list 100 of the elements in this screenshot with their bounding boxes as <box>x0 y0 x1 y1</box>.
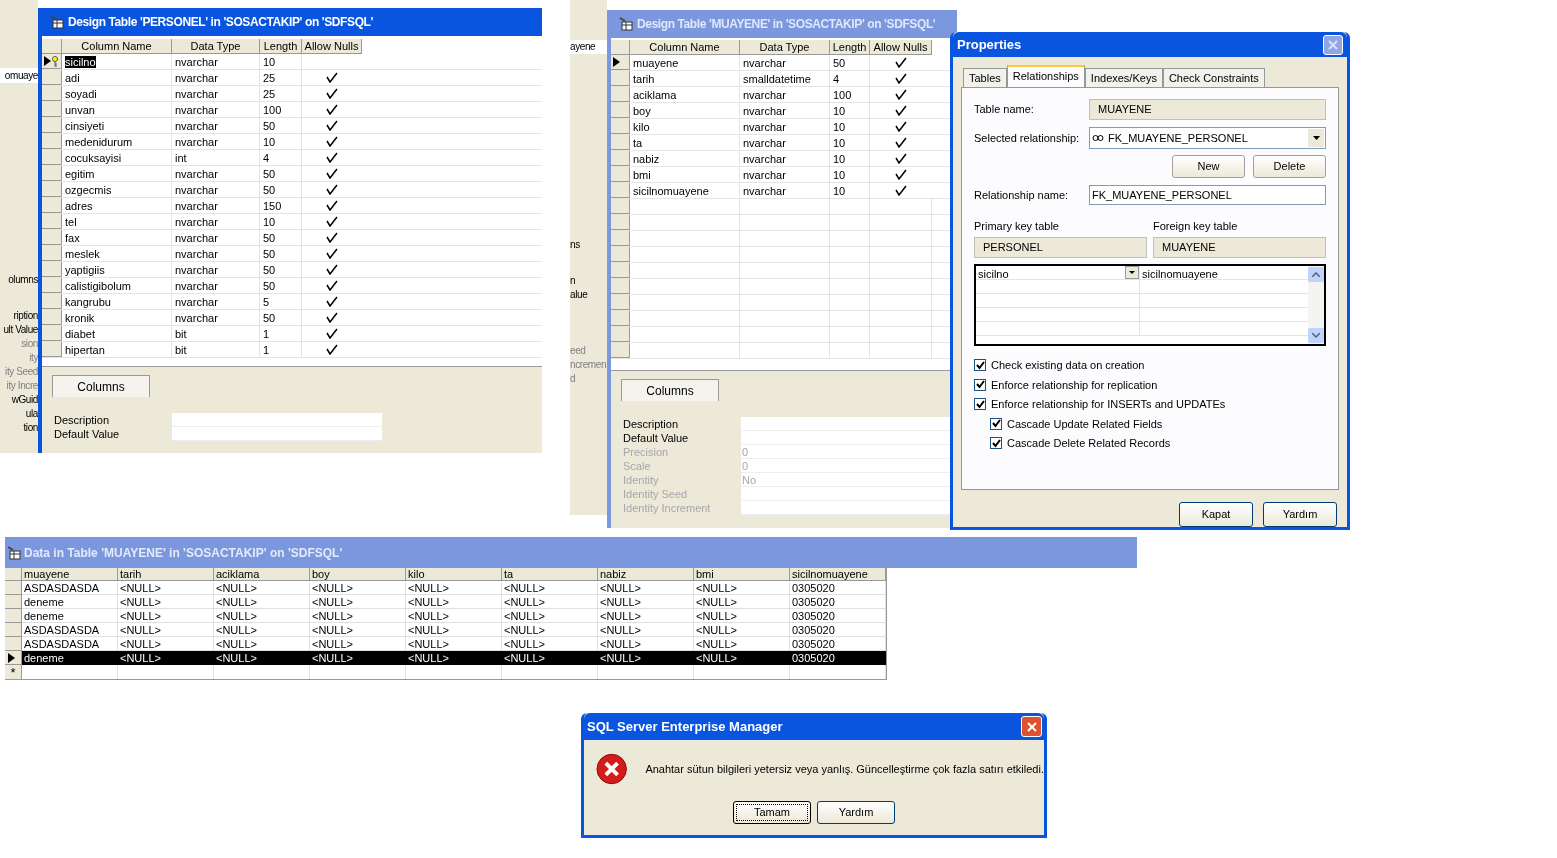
column-header[interactable]: Length <box>830 40 870 55</box>
column-header[interactable]: boy <box>310 568 406 581</box>
table-cell: 10 <box>263 136 276 148</box>
column-header[interactable]: muayene <box>22 568 118 581</box>
column-header[interactable]: Data Type <box>172 39 260 54</box>
checkbox-label: Cascade Delete Related Records <box>1007 436 1171 452</box>
fragment-text: d <box>570 372 577 386</box>
fragment-text: ity Incre <box>6 379 38 393</box>
table-cell: <NULL> <box>310 581 406 595</box>
column-header[interactable]: kilo <box>406 568 502 581</box>
column-header[interactable]: sicilnomuayene <box>790 568 886 581</box>
key-icon <box>51 55 59 67</box>
row-header[interactable] <box>42 54 62 69</box>
property-label: Precision <box>623 444 670 460</box>
row-header[interactable]: * <box>5 665 22 679</box>
column-header[interactable]: Length <box>260 39 302 54</box>
checkbox[interactable] <box>990 417 1002 430</box>
tab[interactable]: Relationships <box>1006 65 1085 88</box>
tab[interactable]: Indexes/Keys <box>1084 68 1163 88</box>
scrollbar[interactable] <box>1308 265 1324 344</box>
fragment-text: wGuid <box>11 393 38 407</box>
table-cell: 5 <box>263 296 270 308</box>
table-cell: ta <box>633 137 643 149</box>
table-cell: bit <box>175 328 187 340</box>
table-cell: nvarchar <box>175 136 218 148</box>
checkbox-label: Cascade Update Related Fields <box>1007 416 1163 432</box>
scroll-up-icon <box>1312 271 1320 277</box>
column-header[interactable]: Allow Nulls <box>870 40 932 55</box>
tab[interactable]: Tables <box>963 68 1007 88</box>
table-cell: 50 <box>263 312 276 324</box>
check-icon <box>895 137 907 148</box>
table-cell: 25 <box>263 88 276 100</box>
column-header[interactable]: nabiz <box>598 568 694 581</box>
table-cell: bmi <box>633 169 651 181</box>
dialog-button[interactable]: Delete <box>1253 155 1326 179</box>
data-row[interactable]: ASDASDASDA <NULL> <NULL> <NULL> <NULL> <NULL> <NULL> <NULL> 0305020 <box>5 581 886 595</box>
dialog-button[interactable]: Yardım <box>817 801 895 824</box>
fragment-text: eed <box>570 344 587 358</box>
data-row[interactable]: deneme <NULL> <NULL> <NULL> <NULL> <NULL> <NULL> <NULL> 0305020 <box>5 595 886 609</box>
relationship-name-field[interactable]: FK_MUAYENE_PERSONEL <box>1089 185 1326 206</box>
close-button[interactable] <box>1323 34 1343 55</box>
column-header[interactable]: Data Type <box>740 40 830 55</box>
columns-tab[interactable]: Columns <box>621 379 719 401</box>
dropdown-arrow-button[interactable] <box>1308 129 1324 148</box>
table-cell: nvarchar <box>175 312 218 324</box>
table-cell: nvarchar <box>743 89 786 101</box>
check-icon <box>326 168 338 179</box>
row-header[interactable] <box>5 651 22 665</box>
column-header[interactable]: bmi <box>694 568 790 581</box>
table-cell: nvarchar <box>175 248 218 260</box>
columns-tab[interactable]: Columns <box>52 375 150 397</box>
error-icon <box>596 753 628 785</box>
dialog-button[interactable]: Kapat <box>1179 502 1253 527</box>
check-icon <box>326 344 338 355</box>
column-header[interactable]: tarih <box>118 568 214 581</box>
column-header[interactable]: ta <box>502 568 598 581</box>
table-cell: nvarchar <box>175 88 218 100</box>
table-cell: medenidurum <box>65 136 133 148</box>
table-cell: 10 <box>833 185 846 197</box>
table-cell: sicilno <box>65 56 96 68</box>
property-label: Description <box>623 416 680 432</box>
property-value-field[interactable] <box>172 427 382 441</box>
property-value-field[interactable] <box>741 417 951 431</box>
fragment-text: ula <box>25 407 38 421</box>
table-cell: <NULL> <box>694 595 790 609</box>
checkbox[interactable] <box>974 359 986 372</box>
property-value-field[interactable] <box>741 487 951 501</box>
table-cell: <NULL> <box>406 651 502 665</box>
data-row[interactable]: ASDASDASDA <NULL> <NULL> <NULL> <NULL> <NULL> <NULL> <NULL> 0305020 <box>5 623 886 637</box>
dialog-button[interactable]: Yardım <box>1263 502 1337 527</box>
column-header[interactable]: Column Name <box>630 40 740 55</box>
close-button[interactable] <box>1021 716 1042 737</box>
data-row[interactable]: deneme <NULL> <NULL> <NULL> <NULL> <NULL> <NULL> <NULL> 0305020 <box>5 651 886 665</box>
property-value-field[interactable] <box>741 501 951 515</box>
table-cell[interactable]: sicilno <box>978 265 1125 279</box>
check-icon <box>326 296 338 307</box>
table-cell: sicilnomuayene <box>633 185 709 197</box>
row-header[interactable] <box>611 55 630 70</box>
current-row-arrow-icon <box>613 57 620 67</box>
column-header[interactable]: Allow Nulls <box>302 39 362 54</box>
property-value-field[interactable] <box>172 413 382 427</box>
checkbox[interactable] <box>974 398 986 411</box>
relationship-dropdown[interactable]: FK_MUAYENE_PERSONEL <box>1089 127 1326 150</box>
tab[interactable]: Check Constraints <box>1162 68 1265 88</box>
table-cell: <NULL> <box>118 623 214 637</box>
dialog-button[interactable]: Tamam <box>733 801 811 824</box>
table-cell: nvarchar <box>743 185 786 197</box>
dropdown-arrow-button[interactable] <box>1125 265 1139 279</box>
table-cell[interactable]: sicilnomuayene <box>1140 265 1218 279</box>
checkbox[interactable] <box>974 378 986 391</box>
data-row[interactable]: deneme <NULL> <NULL> <NULL> <NULL> <NULL> <NULL> <NULL> 0305020 <box>5 609 886 623</box>
table-cell: <NULL> <box>310 595 406 609</box>
column-header[interactable]: Column Name <box>62 39 172 54</box>
grid-corner <box>42 39 62 54</box>
table-cell: <NULL> <box>118 609 214 623</box>
check-icon <box>326 232 338 243</box>
property-value-field[interactable] <box>741 431 951 445</box>
dialog-button[interactable]: New <box>1172 155 1245 179</box>
column-header[interactable]: aciklama <box>214 568 310 581</box>
checkbox[interactable] <box>990 437 1002 450</box>
